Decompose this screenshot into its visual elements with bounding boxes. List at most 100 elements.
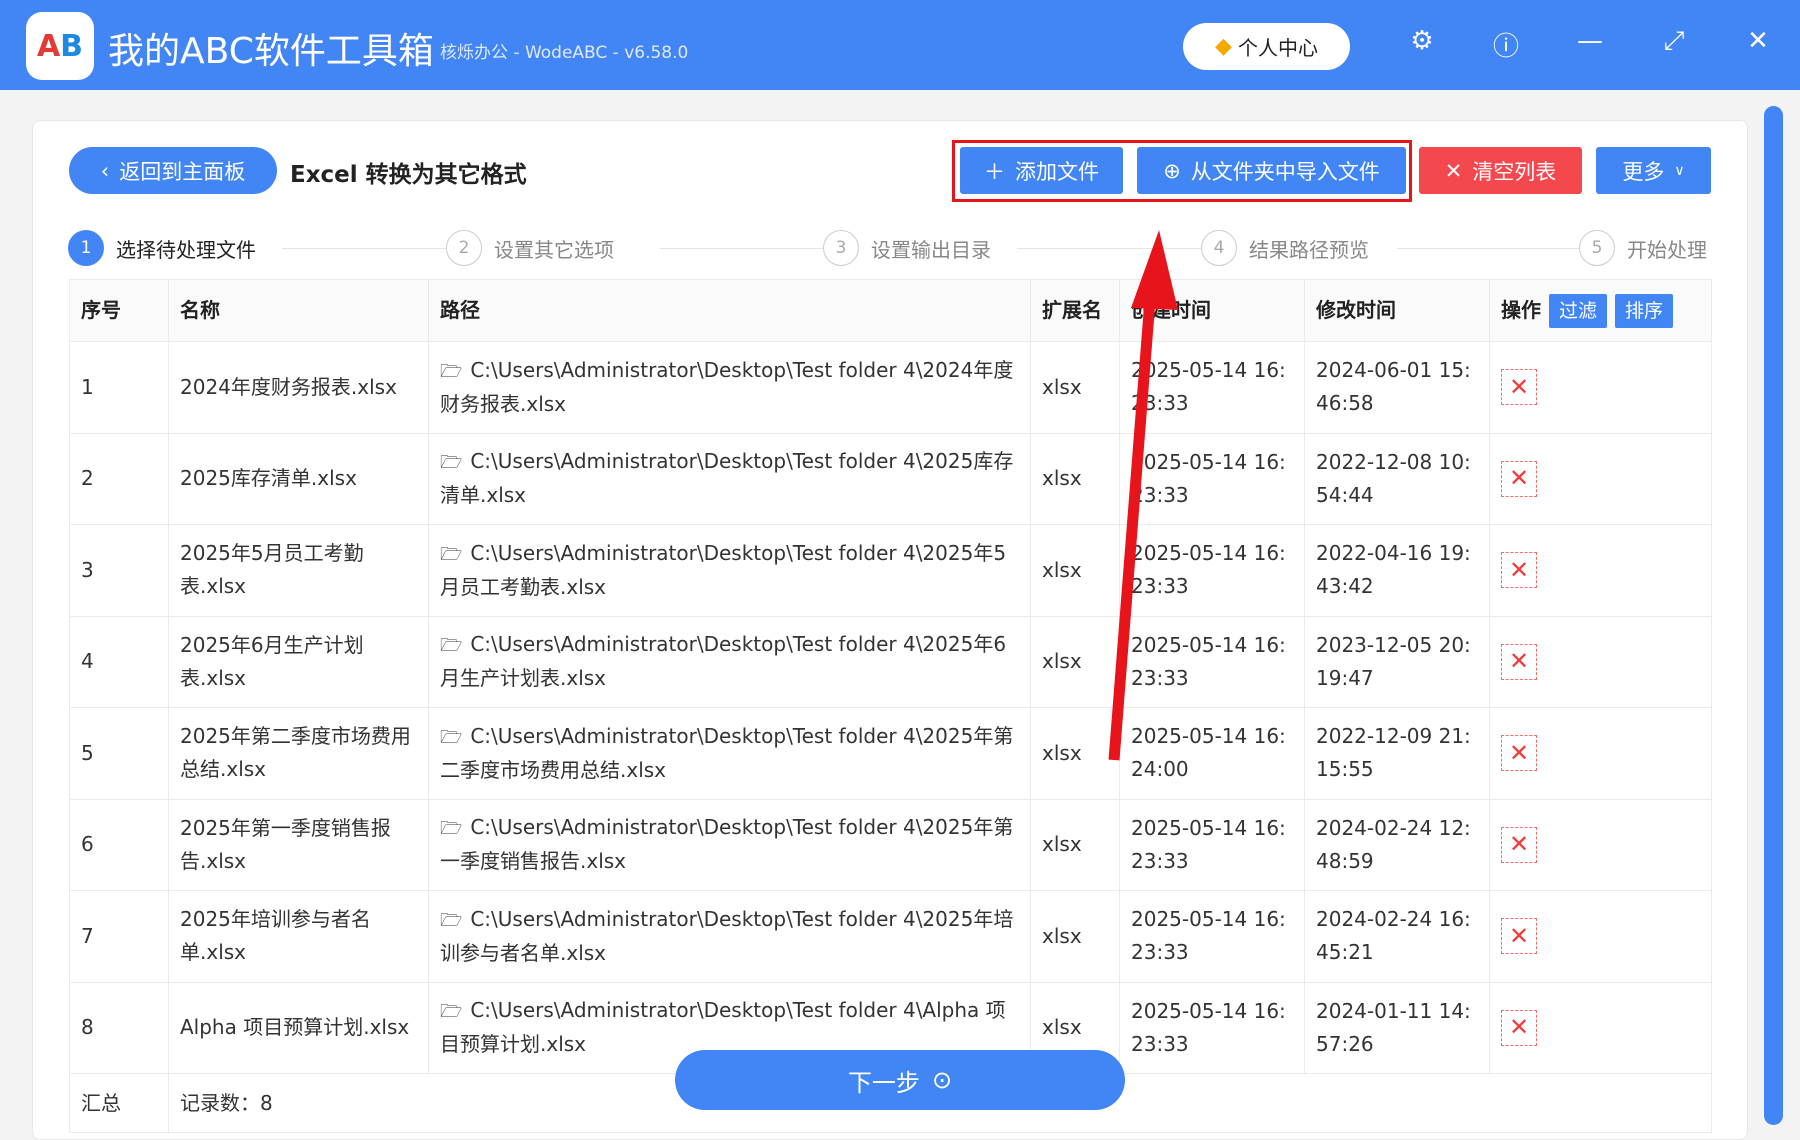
row-modified: 2022-12-08 10:54:44 (1304, 432, 1490, 525)
row-path: 🗁 C:\Users\Administrator\Desktop\Test fol… (428, 707, 1031, 800)
folder-icon[interactable]: 🗁 (440, 361, 462, 382)
step-label: 结果路径预览 (1249, 237, 1369, 262)
step-5: 5 开始处理 (1579, 230, 1707, 266)
folder-icon[interactable]: 🗁 (440, 544, 462, 565)
row-name: 2025年第一季度销售报告.xlsx (168, 798, 429, 891)
delete-row-icon[interactable]: ✕ (1501, 552, 1537, 589)
clear-list-label: 清空列表 (1472, 159, 1557, 184)
more-button[interactable]: 更多 ∨ (1596, 147, 1711, 194)
import-folder-label: 从文件夹中导入文件 (1190, 159, 1380, 184)
header-modified[interactable]: 修改时间 (1304, 279, 1490, 342)
folder-icon[interactable]: 🗁 (440, 727, 462, 748)
row-name: 2025库存清单.xlsx (168, 432, 429, 525)
delete-row-icon[interactable]: ✕ (1501, 460, 1537, 497)
folder-icon[interactable]: 🗁 (440, 635, 462, 656)
settings-icon[interactable]: ⚙ (1402, 26, 1442, 56)
row-ext: xlsx (1030, 890, 1120, 983)
delete-row-icon[interactable]: ✕ (1501, 643, 1537, 680)
row-modified: 2022-12-09 21:15:55 (1304, 707, 1490, 800)
step-label: 设置输出目录 (871, 237, 991, 262)
path-text: C:\Users\Administrator\Desktop\Test fold… (440, 449, 1014, 508)
table-row[interactable]: 3 2025年5月员工考勤表.xlsx 🗁 C:\Users\Administrato… (69, 524, 1712, 617)
page-title: Excel 转换为其它格式 (290, 162, 527, 188)
path-text: C:\Users\Administrator\Desktop\Test fold… (440, 906, 1014, 965)
step-4: 4 结果路径预览 (1201, 230, 1369, 266)
next-step-button[interactable]: 下一步 ⊙ (675, 1050, 1125, 1110)
table-row[interactable]: 6 2025年第一季度销售报告.xlsx 🗁 C:\Users\Administrat… (69, 798, 1712, 891)
app-logo: AB (26, 12, 94, 80)
table-row[interactable]: 4 2025年6月生产计划表.xlsx 🗁 C:\Users\Administrato… (69, 615, 1712, 708)
header-name[interactable]: 名称 (168, 279, 429, 342)
minimize-icon[interactable]: — (1570, 26, 1610, 56)
path-text: C:\Users\Administrator\Desktop\Test fold… (440, 815, 1014, 874)
clear-list-button[interactable]: ✕ 清空列表 (1419, 147, 1582, 194)
help-icon[interactable]: ⓘ (1486, 26, 1526, 63)
step-number: 3 (823, 230, 859, 266)
step-2: 2 设置其它选项 (446, 230, 614, 266)
header-ext[interactable]: 扩展名 (1030, 279, 1120, 342)
step-divider (1017, 248, 1203, 249)
folder-icon[interactable]: 🗁 (440, 818, 462, 839)
step-label: 选择待处理文件 (116, 237, 256, 262)
table-header: 序号 名称 路径 扩展名 创建时间 修改时间 操作 过滤 排序 (69, 279, 1712, 342)
row-index: 7 (69, 890, 169, 983)
import-folder-button[interactable]: ⊕ 从文件夹中导入文件 (1137, 147, 1406, 194)
summary-label: 汇总 (69, 1073, 169, 1133)
row-name: 2025年6月生产计划表.xlsx (168, 615, 429, 708)
table-row[interactable]: 1 2024年度财务报表.xlsx 🗁 C:\Users\Administrator\… (69, 341, 1712, 434)
add-file-button[interactable]: ＋ 添加文件 (960, 147, 1123, 194)
close-icon: ✕ (1444, 158, 1463, 183)
maximize-icon[interactable]: ⤢ (1654, 26, 1694, 57)
row-action: ✕ (1489, 341, 1712, 434)
header-created[interactable]: 创建时间 (1119, 279, 1305, 342)
path-text: C:\Users\Administrator\Desktop\Test fold… (440, 723, 1014, 782)
close-icon[interactable]: ✕ (1738, 26, 1778, 56)
table-row[interactable]: 5 2025年第二季度市场费用总结.xlsx 🗁 C:\Users\Administr… (69, 707, 1712, 800)
plus-circle-icon: ⊕ (1163, 158, 1181, 183)
row-name: Alpha 项目预算计划.xlsx (168, 981, 429, 1074)
step-number: 5 (1579, 230, 1615, 266)
vip-gem-icon: ◆ (1215, 34, 1232, 59)
sort-button[interactable]: 排序 (1615, 293, 1674, 328)
step-1: 1 选择待处理文件 (68, 230, 256, 266)
row-index: 5 (69, 707, 169, 800)
delete-row-icon[interactable]: ✕ (1501, 1009, 1537, 1046)
row-created: 2025-05-14 16:23:33 (1119, 798, 1305, 891)
user-center-button[interactable]: ◆ 个人中心 (1183, 23, 1350, 70)
row-index: 3 (69, 524, 169, 617)
scrollbar[interactable] (1764, 106, 1783, 1125)
row-index: 2 (69, 432, 169, 525)
row-modified: 2024-02-24 16:45:21 (1304, 890, 1490, 983)
back-label: 返回到主面板 (119, 159, 246, 184)
row-created: 2025-05-14 16:23:33 (1119, 432, 1305, 525)
add-file-label: 添加文件 (1015, 159, 1099, 184)
folder-icon[interactable]: 🗁 (440, 1001, 462, 1022)
table-row[interactable]: 7 2025年培训参与者名单.xlsx 🗁 C:\Users\Administrato… (69, 890, 1712, 983)
row-path: 🗁 C:\Users\Administrator\Desktop\Test fol… (428, 615, 1031, 708)
path-text: C:\Users\Administrator\Desktop\Test fold… (440, 998, 1006, 1057)
row-modified: 2024-06-01 15:46:58 (1304, 341, 1490, 434)
folder-icon[interactable]: 🗁 (440, 452, 462, 473)
row-created: 2025-05-14 16:23:33 (1119, 341, 1305, 434)
folder-icon[interactable]: 🗁 (440, 910, 462, 931)
row-index: 6 (69, 798, 169, 891)
delete-row-icon[interactable]: ✕ (1501, 918, 1537, 955)
plus-icon: ＋ (984, 159, 1005, 184)
row-path: 🗁 C:\Users\Administrator\Desktop\Test fol… (428, 432, 1031, 525)
step-number: 2 (446, 230, 482, 266)
delete-row-icon[interactable]: ✕ (1501, 735, 1537, 772)
row-action: ✕ (1489, 798, 1712, 891)
filter-button[interactable]: 过滤 (1549, 293, 1608, 328)
row-path: 🗁 C:\Users\Administrator\Desktop\Test fol… (428, 890, 1031, 983)
header-path[interactable]: 路径 (428, 279, 1031, 342)
row-created: 2025-05-14 16:24:00 (1119, 707, 1305, 800)
row-action: ✕ (1489, 707, 1712, 800)
delete-row-icon[interactable]: ✕ (1501, 369, 1537, 406)
delete-row-icon[interactable]: ✕ (1501, 826, 1537, 863)
table-row[interactable]: 2 2025库存清单.xlsx 🗁 C:\Users\Administrator\De… (69, 432, 1712, 525)
back-to-main-button[interactable]: ‹ 返回到主面板 (69, 147, 277, 194)
row-name: 2025年5月员工考勤表.xlsx (168, 524, 429, 617)
action-label: 操作 (1501, 297, 1541, 322)
row-path: 🗁 C:\Users\Administrator\Desktop\Test fol… (428, 341, 1031, 434)
more-label: 更多 (1622, 159, 1665, 184)
